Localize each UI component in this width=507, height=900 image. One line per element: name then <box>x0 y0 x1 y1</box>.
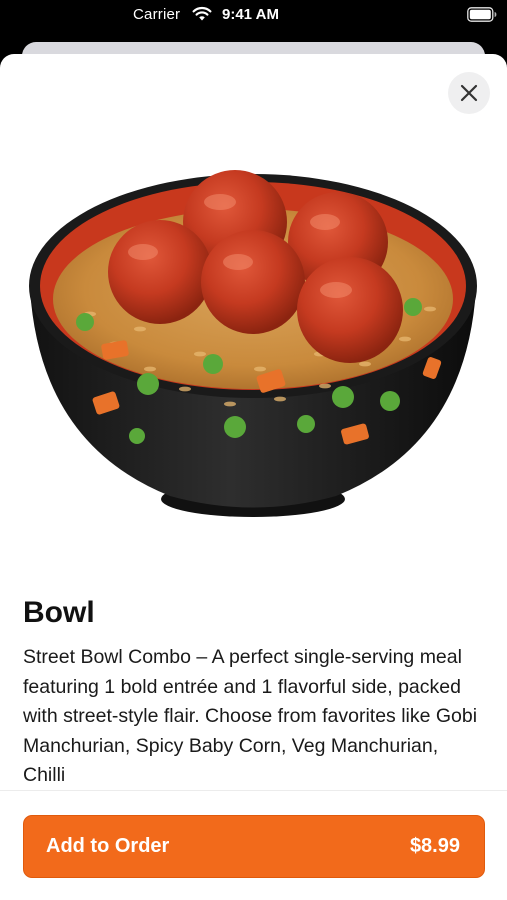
status-time: 9:41 AM <box>222 6 279 23</box>
product-description: Street Bowl Combo – A perfect single-ser… <box>23 646 478 786</box>
add-to-order-label: Add to Order <box>46 835 170 857</box>
status-bar: Carrier 9:41 AM <box>0 0 507 34</box>
product-sheet: Bowl Street Bowl Combo – A perfect singl… <box>0 54 507 900</box>
wifi-icon <box>192 6 212 21</box>
order-price: $8.99 <box>409 835 460 857</box>
battery-icon <box>467 7 497 22</box>
screen: Carrier 9:41 AM Bowl Street Bowl Combo –… <box>0 0 507 900</box>
status-carrier: Carrier <box>133 6 181 23</box>
product-image <box>29 170 477 517</box>
footer-bar: Add to Order $8.99 <box>0 790 507 900</box>
close-icon <box>460 84 478 102</box>
close-button[interactable] <box>448 72 490 114</box>
product-title: Bowl <box>23 596 95 629</box>
add-to-order-button[interactable]: Add to Order $8.99 <box>23 815 485 878</box>
